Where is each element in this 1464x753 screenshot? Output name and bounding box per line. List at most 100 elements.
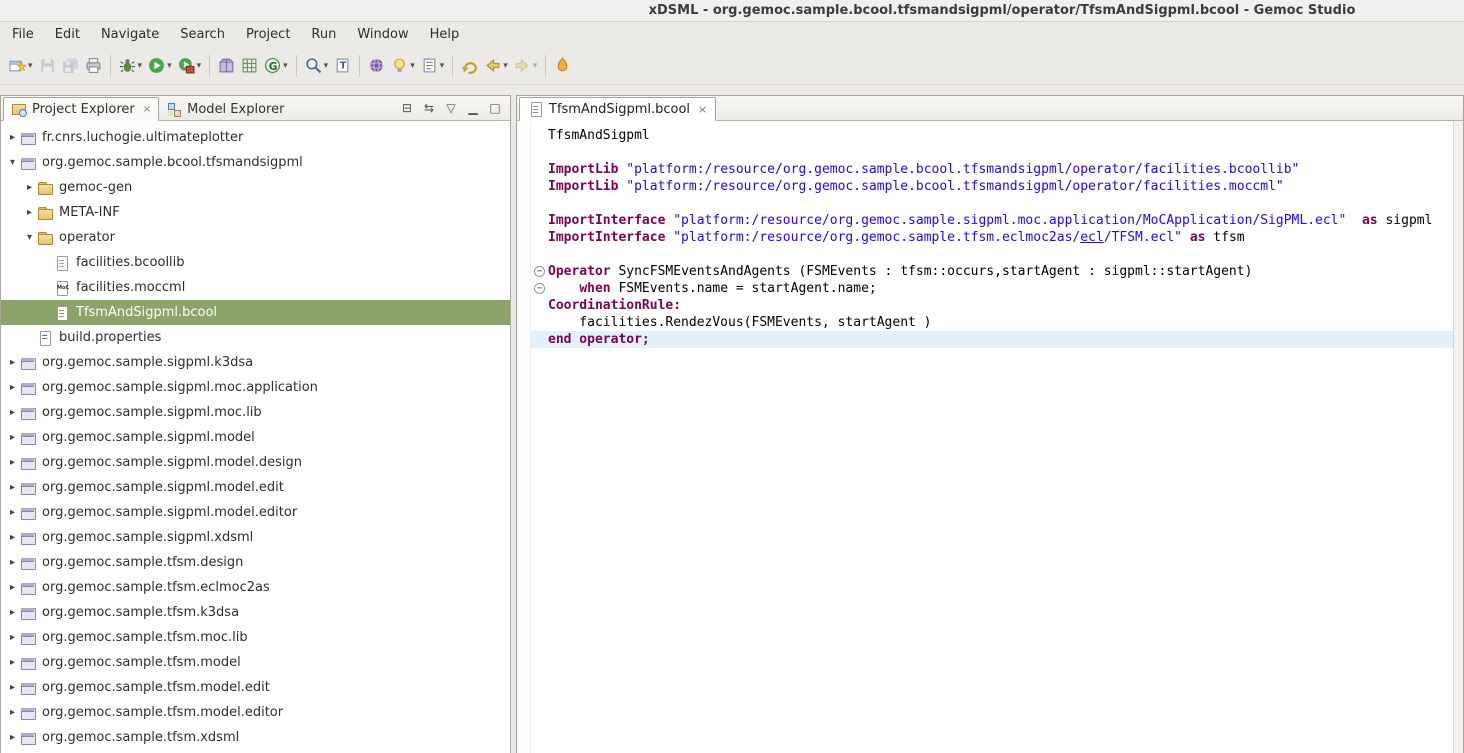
collapse-arrow-icon[interactable]: ▾ [5, 157, 20, 168]
expand-arrow-icon[interactable]: ▸ [5, 357, 20, 368]
view-tab-model-explorer[interactable]: Model Explorer [159, 97, 293, 121]
expand-arrow-icon[interactable]: ▸ [5, 607, 20, 618]
fold-collapse-icon[interactable]: − [531, 266, 548, 277]
collapse-all-icon[interactable]: ⊟ [396, 101, 418, 115]
menu-window[interactable]: Window [353, 25, 412, 44]
expand-arrow-icon[interactable]: ▸ [5, 457, 20, 468]
tree-item-facilities.bcoollib[interactable]: facilities.bcoollib [1, 250, 510, 275]
tree-item-build.properties[interactable]: build.properties [1, 325, 510, 350]
expand-arrow-icon[interactable]: ▸ [5, 557, 20, 568]
new-modeling-project-button[interactable] [215, 53, 238, 79]
expand-arrow-icon[interactable]: ▸ [5, 382, 20, 393]
dropdown-arrow-icon[interactable]: ▾ [197, 61, 202, 71]
code-line[interactable] [531, 195, 1453, 212]
minimize-icon[interactable]: ▁ [462, 101, 484, 115]
expand-arrow-icon[interactable]: ▸ [5, 407, 20, 418]
code-line[interactable] [531, 144, 1453, 161]
close-tab-icon[interactable]: × [698, 103, 707, 116]
menu-run[interactable]: Run [307, 25, 340, 44]
code-line[interactable]: ImportInterface "platform:/resource/org.… [531, 229, 1453, 246]
tree-item-org.gemoc.sample.tfsm.model.edit[interactable]: ▸org.gemoc.sample.tfsm.model.edit [1, 675, 510, 700]
tree-item-org.gemoc.sample.tfsm.design[interactable]: ▸org.gemoc.sample.tfsm.design [1, 550, 510, 575]
dropdown-arrow-icon[interactable]: ▾ [324, 61, 329, 71]
tree-item-META-INF[interactable]: ▸META-INF [1, 200, 510, 225]
expand-arrow-icon[interactable]: ▸ [5, 732, 20, 743]
print-button[interactable] [82, 53, 105, 79]
search-button[interactable]: ▾ [302, 53, 332, 79]
tree-item-fr.cnrs.luchogie.ultimateplotter[interactable]: ▸fr.cnrs.luchogie.ultimateplotter [1, 125, 510, 150]
open-gemoc-element-button[interactable]: G▾ [261, 53, 291, 79]
menu-navigate[interactable]: Navigate [97, 25, 163, 44]
menu-project[interactable]: Project [242, 25, 294, 44]
tree-item-TfsmAndSigpml.bcool[interactable]: TfsmAndSigpml.bcool [1, 300, 510, 325]
tree-item-operator[interactable]: ▾operator [1, 225, 510, 250]
annotations-button[interactable]: ▾ [418, 53, 448, 79]
menu-file[interactable]: File [8, 25, 38, 44]
menu-search[interactable]: Search [176, 25, 229, 44]
view-menu-icon[interactable]: ▽ [440, 101, 462, 115]
tree-item-org.gemoc.sample.tfsm.xdsml[interactable]: ▸org.gemoc.sample.tfsm.xdsml [1, 725, 510, 750]
dropdown-arrow-icon[interactable]: ▾ [410, 61, 415, 71]
code-line[interactable]: end operator; [531, 331, 1453, 348]
torch-button[interactable] [551, 53, 574, 79]
expand-arrow-icon[interactable]: ▸ [5, 532, 20, 543]
code-line[interactable]: −Operator SyncFSMEventsAndAgents (FSMEve… [531, 263, 1453, 280]
tree-item-gemoc-gen[interactable]: ▸gemoc-gen [1, 175, 510, 200]
debug-button[interactable]: ▾ [116, 53, 146, 79]
expand-arrow-icon[interactable]: ▸ [5, 132, 20, 143]
new-wizard-button[interactable]: ▾ [6, 53, 36, 79]
code-line[interactable]: CoordinationRule: [531, 297, 1453, 314]
tree-item-org.gemoc.sample.bcool.tfsmandsigpml[interactable]: ▾org.gemoc.sample.bcool.tfsmandsigpml [1, 150, 510, 175]
collapse-arrow-icon[interactable]: ▾ [22, 232, 37, 243]
last-edit-location-button[interactable] [458, 53, 481, 79]
dropdown-arrow-icon[interactable]: ▾ [503, 61, 508, 71]
open-task-button[interactable]: ▾ [388, 53, 418, 79]
expand-arrow-icon[interactable]: ▸ [5, 507, 20, 518]
open-type-button[interactable]: T [331, 53, 354, 79]
link-with-editor-icon[interactable]: ⇆ [418, 101, 440, 115]
tree-item-org.gemoc.sample.sigpml.model[interactable]: ▸org.gemoc.sample.sigpml.model [1, 425, 510, 450]
expand-arrow-icon[interactable]: ▸ [5, 707, 20, 718]
expand-arrow-icon[interactable]: ▸ [5, 632, 20, 643]
tree-item-org.gemoc.sample.tfsm.model.editor[interactable]: ▸org.gemoc.sample.tfsm.model.editor [1, 700, 510, 725]
expand-arrow-icon[interactable]: ▸ [5, 482, 20, 493]
dropdown-arrow-icon[interactable]: ▾ [167, 61, 172, 71]
tree-item-org.gemoc.sample.tfsm.model[interactable]: ▸org.gemoc.sample.tfsm.model [1, 650, 510, 675]
expand-arrow-icon[interactable]: ▸ [5, 582, 20, 593]
expand-arrow-icon[interactable]: ▸ [22, 207, 37, 218]
menu-help[interactable]: Help [426, 25, 464, 44]
expand-arrow-icon[interactable]: ▸ [5, 432, 20, 443]
overview-ruler[interactable] [1453, 121, 1463, 753]
code-line[interactable]: ImportInterface "platform:/resource/org.… [531, 212, 1453, 229]
expand-arrow-icon[interactable]: ▸ [5, 657, 20, 668]
code-line[interactable]: facilities.RendezVous(FSMEvents, startAg… [531, 314, 1453, 331]
tree-item-org.gemoc.sample.sigpml.model.editor[interactable]: ▸org.gemoc.sample.sigpml.model.editor [1, 500, 510, 525]
code-area[interactable]: TfsmAndSigpml ImportLib "platform:/resour… [531, 121, 1453, 753]
tree-item-org.gemoc.sample.sigpml.xdsml[interactable]: ▸org.gemoc.sample.sigpml.xdsml [1, 525, 510, 550]
fold-collapse-icon[interactable]: − [531, 283, 548, 294]
tree-item-org.gemoc.sample.tfsm.eclmoc2as[interactable]: ▸org.gemoc.sample.tfsm.eclmoc2as [1, 575, 510, 600]
close-view-icon[interactable]: × [143, 104, 151, 115]
tree-item-org.gemoc.sample.sigpml.model.edit[interactable]: ▸org.gemoc.sample.sigpml.model.edit [1, 475, 510, 500]
code-line[interactable]: − when FSMEvents.name = startAgent.name; [531, 280, 1453, 297]
dropdown-arrow-icon[interactable]: ▾ [440, 61, 445, 71]
maximize-icon[interactable]: □ [484, 101, 506, 115]
run-button[interactable]: ▾ [145, 53, 175, 79]
tree-item-org.gemoc.sample.tfsm.k3dsa[interactable]: ▸org.gemoc.sample.tfsm.k3dsa [1, 600, 510, 625]
dropdown-arrow-icon[interactable]: ▾ [283, 61, 288, 71]
menu-edit[interactable]: Edit [51, 25, 84, 44]
tree-item-org.gemoc.sample.tfsm.moc.lib[interactable]: ▸org.gemoc.sample.tfsm.moc.lib [1, 625, 510, 650]
editor-tab-tfsmandsigpml[interactable]: TfsmAndSigpml.bcool × [519, 97, 716, 121]
world-button[interactable] [365, 53, 388, 79]
back-button[interactable]: ▾ [481, 53, 511, 79]
code-line[interactable]: TfsmAndSigpml [531, 127, 1453, 144]
tree-item-org.gemoc.sample.sigpml.model.design[interactable]: ▸org.gemoc.sample.sigpml.model.design [1, 450, 510, 475]
expand-arrow-icon[interactable]: ▸ [5, 682, 20, 693]
tree-item-facilities.moccml[interactable]: facilities.moccml [1, 275, 510, 300]
code-line[interactable]: ImportLib "platform:/resource/org.gemoc.… [531, 178, 1453, 195]
dropdown-arrow-icon[interactable]: ▾ [28, 61, 33, 71]
new-plugin-project-button[interactable] [238, 53, 261, 79]
dropdown-arrow-icon[interactable]: ▾ [533, 61, 538, 71]
run-external-tools-button[interactable]: ▾ [175, 53, 205, 79]
dropdown-arrow-icon[interactable]: ▾ [138, 61, 143, 71]
